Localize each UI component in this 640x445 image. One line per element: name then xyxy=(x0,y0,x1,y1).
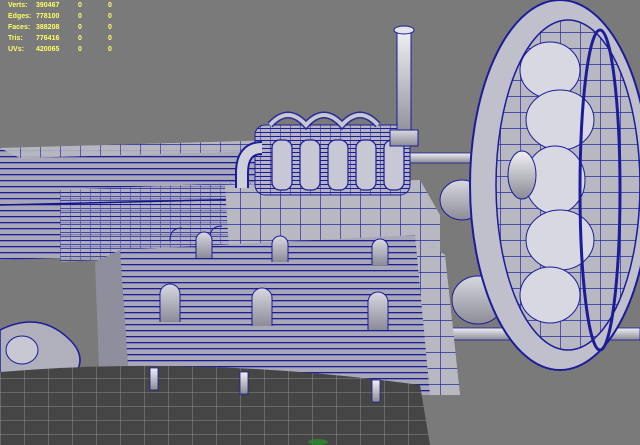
hud-v3: 0 xyxy=(108,46,112,53)
hud-v2: 0 xyxy=(78,24,82,31)
hud-v3: 0 xyxy=(108,13,112,20)
hud-v1: 776416 xyxy=(36,35,60,42)
hud-label: UVs: xyxy=(8,46,24,53)
hud-v3: 0 xyxy=(108,35,112,42)
hud-v2: 0 xyxy=(78,2,82,9)
hud-row: Edges: 778100 0 0 xyxy=(8,11,128,22)
hud-label: Edges: xyxy=(8,13,32,20)
poly-count-hud: Verts: 390467 0 0 Edges: 778100 0 0 Faces: 388208… xyxy=(8,0,128,55)
hud-v1: 388208 xyxy=(36,24,60,31)
hud-row: Faces: 388208 0 0 xyxy=(8,22,128,33)
hud-v2: 0 xyxy=(78,35,82,42)
hud-v1: 390467 xyxy=(36,2,60,9)
hud-row: Tris: 776416 0 0 xyxy=(8,33,128,44)
wireframe-engine-scene[interactable] xyxy=(0,0,640,445)
hud-row: UVs: 420065 0 0 xyxy=(8,44,128,55)
hud-label: Faces: xyxy=(8,24,31,31)
hud-v2: 0 xyxy=(78,13,82,20)
radial-fan-wheel-mesh[interactable] xyxy=(469,0,640,371)
hud-label: Verts: xyxy=(8,2,28,9)
maya-3d-viewport[interactable]: Verts: 390467 0 0 Edges: 778100 0 0 Faces: 388208… xyxy=(0,0,640,445)
hud-v1: 420065 xyxy=(36,46,60,53)
exhaust-manifold-mesh[interactable] xyxy=(235,111,411,196)
hud-v2: 0 xyxy=(78,46,82,53)
hud-label: Tris: xyxy=(8,35,23,42)
hud-row: Verts: 390467 0 0 xyxy=(8,0,128,11)
hud-v1: 778100 xyxy=(36,13,60,20)
hud-v3: 0 xyxy=(108,24,112,31)
hud-v3: 0 xyxy=(108,2,112,9)
